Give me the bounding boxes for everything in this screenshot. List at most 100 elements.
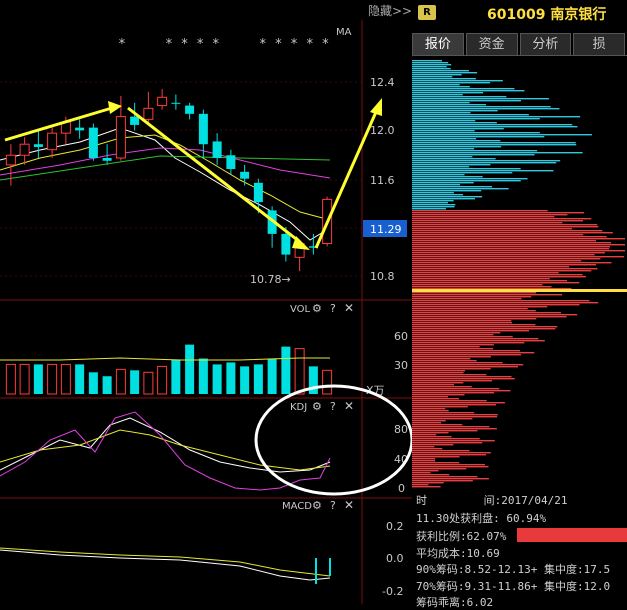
chip-bar xyxy=(412,186,493,188)
kline-chart: * * * * * * * * * * MA 10.78→ 12.4 12.0 … xyxy=(0,20,412,604)
chip-bar xyxy=(412,382,464,384)
chip-bar xyxy=(412,456,460,458)
chip-bar xyxy=(412,392,495,394)
candle-body xyxy=(115,116,126,159)
tab-more[interactable]: 损 xyxy=(573,33,625,55)
chip-bar xyxy=(412,236,607,238)
chip-bar xyxy=(412,470,439,472)
chip-bar xyxy=(412,318,537,320)
chip-bar xyxy=(412,474,450,476)
chip-bar xyxy=(412,134,592,136)
arrowhead-rebound xyxy=(370,98,382,116)
chip-bar xyxy=(412,106,551,108)
macd-tick-m02: -0.2 xyxy=(382,585,403,598)
chip-bar xyxy=(412,326,558,328)
tab-funds[interactable]: 资金 xyxy=(465,33,518,55)
vol-panel-icons[interactable]: ⚙ ? ✕ xyxy=(312,301,354,315)
avg-cost: 平均成本:10.69 xyxy=(416,547,500,560)
chip90: 90%筹码:8.52-12.13+ 集中度:17.5 xyxy=(416,563,611,576)
chip-bar xyxy=(412,124,573,126)
avg-cost-line xyxy=(412,289,627,292)
chip-bar xyxy=(412,102,470,104)
chip-bar xyxy=(412,166,470,168)
volume-bar xyxy=(143,371,154,395)
tab-quote[interactable]: 报价 xyxy=(412,33,464,55)
candle-body xyxy=(185,105,195,114)
candle-body xyxy=(253,182,263,203)
chip-bar xyxy=(412,220,584,222)
chip-bar xyxy=(412,330,529,332)
chip-bar xyxy=(412,260,582,262)
volume-bar xyxy=(60,363,71,395)
chip-bar xyxy=(412,348,494,350)
chip-bar xyxy=(412,402,505,404)
chip-bar xyxy=(412,384,455,386)
chip-bar xyxy=(412,158,496,160)
candle-body xyxy=(102,158,112,161)
chip-bar xyxy=(412,434,437,436)
candle-body xyxy=(240,171,250,179)
chip-bar xyxy=(412,312,561,314)
chip-bar xyxy=(412,80,503,82)
volume-bar xyxy=(253,364,263,394)
chip-bar xyxy=(412,264,597,266)
chip-bar xyxy=(412,76,453,78)
chip-bar xyxy=(412,138,477,140)
chip-bar xyxy=(412,476,478,478)
chip-bar xyxy=(412,466,489,468)
tick-12-0: 12.0 xyxy=(370,124,395,137)
chip-bar xyxy=(412,442,483,444)
hide-button[interactable]: 隐藏>> xyxy=(368,2,412,19)
chip-bar xyxy=(412,178,528,180)
chip-bar xyxy=(412,422,442,424)
chip-bar xyxy=(412,284,543,286)
chip-bar xyxy=(412,408,446,410)
chip-divergence: 筹码乖离:6.02 xyxy=(416,596,494,609)
profit-line: 11.30处获利盘: 60.94% xyxy=(416,512,547,525)
chip-bar xyxy=(412,266,570,268)
chip-bar xyxy=(412,274,583,276)
kdj-tick-0: 0 xyxy=(398,482,405,495)
volume-bar xyxy=(75,364,85,394)
volume-bar xyxy=(267,358,277,394)
chip-bar xyxy=(412,436,452,438)
kdj-panel-icons[interactable]: ⚙ ? ✕ xyxy=(312,399,354,413)
volume-bars xyxy=(5,344,333,395)
current-price-label: 11.29 xyxy=(370,223,402,236)
chip-bar xyxy=(412,368,491,370)
chip-bar xyxy=(412,62,449,64)
chip-bar xyxy=(412,404,497,406)
stock-header: R 601009 南京银行 xyxy=(412,0,627,28)
chip-bar xyxy=(412,338,539,340)
kdj-k-line xyxy=(0,417,331,473)
chip-bar xyxy=(412,244,625,246)
chip-bar xyxy=(412,438,480,440)
chip-bar xyxy=(412,120,476,122)
chip-bar xyxy=(412,370,466,372)
chip-bar xyxy=(412,342,525,344)
chip-bar xyxy=(412,420,446,422)
chip-bar xyxy=(412,252,605,254)
chip-bar xyxy=(412,130,475,132)
chip-bar xyxy=(412,450,470,452)
chip-bar xyxy=(412,462,460,464)
candle-body xyxy=(143,107,154,120)
candle-body xyxy=(75,127,85,131)
chip-bar xyxy=(412,472,431,474)
chip-bar xyxy=(412,218,592,220)
volume-bar xyxy=(226,362,236,394)
candle-body xyxy=(47,132,58,151)
chip-bar xyxy=(412,272,559,274)
chip-bar xyxy=(412,100,521,102)
macd-histogram xyxy=(315,558,331,584)
chip-bar xyxy=(412,334,494,336)
chip-bar xyxy=(412,110,498,112)
chip-bar xyxy=(412,478,489,480)
chip-bar xyxy=(412,300,590,302)
macd-panel-icons[interactable]: ⚙ ? ✕ xyxy=(312,498,354,512)
chip-bar xyxy=(412,202,448,204)
chip-bar xyxy=(412,122,497,124)
tab-analysis[interactable]: 分析 xyxy=(519,33,572,55)
chip-bar xyxy=(412,278,550,280)
macd-dif-line xyxy=(0,549,331,581)
